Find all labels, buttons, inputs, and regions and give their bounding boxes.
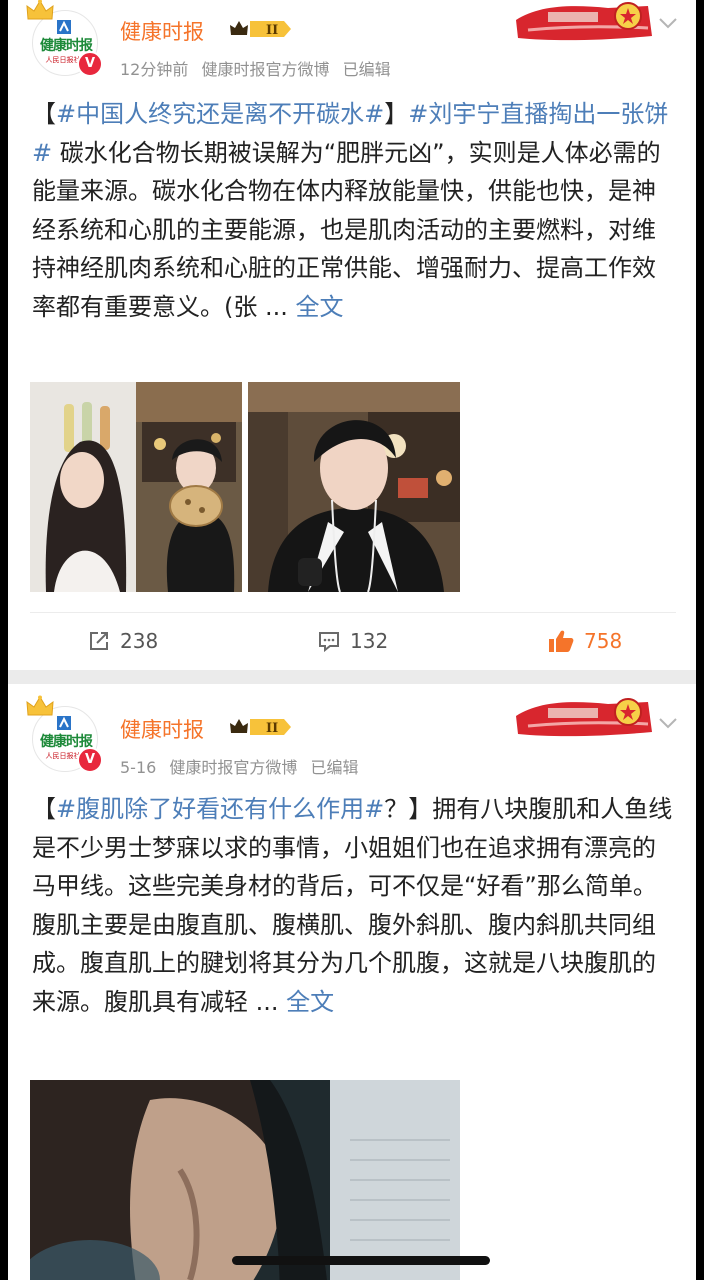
chevron-down-icon[interactable]	[658, 716, 678, 730]
author-name[interactable]: 健康时报	[120, 16, 204, 46]
actions-divider	[30, 612, 676, 613]
verified-icon: V	[77, 51, 103, 77]
chevron-down-icon[interactable]	[658, 16, 678, 30]
member-level-label: II	[266, 721, 278, 736]
logo-mark-icon	[57, 716, 71, 730]
post-source: 健康时报官方微博	[169, 758, 298, 777]
post-text-bracket: 【	[32, 795, 56, 823]
post-image-picture	[30, 1080, 460, 1280]
full-text-link[interactable]: 全文	[296, 293, 344, 321]
livestream-image-1	[30, 382, 242, 592]
feed-post: 健康时报 人民日报社 V 健康时报 II 5-16 健康时报官方微博 已编辑 【…	[8, 684, 696, 1280]
repost-icon	[90, 632, 108, 650]
hashtag-link[interactable]: #腹肌除了好看还有什么作用#	[56, 795, 384, 823]
author-name[interactable]: 健康时报	[120, 714, 204, 744]
weibo-feed: 健康时报 人民日报社 V 健康时报 II 12分钟前 健康时报官方微博 已编辑 …	[8, 0, 696, 1280]
livestream-image-2	[248, 382, 460, 592]
avatar[interactable]: 健康时报 人民日报社 V	[26, 695, 103, 773]
member-level-label: II	[266, 23, 278, 38]
comment-icon	[319, 632, 339, 652]
avatar[interactable]: 健康时报 人民日报社 V	[26, 0, 103, 77]
like-button[interactable]: 758	[548, 626, 622, 656]
post-meta: 12分钟前 健康时报官方微博 已编辑	[120, 56, 391, 80]
post-text-bracket: 【	[32, 100, 56, 128]
feed-post: 健康时报 人民日报社 V 健康时报 II 12分钟前 健康时报官方微博 已编辑 …	[8, 0, 696, 670]
post-text: 【#中国人终究还是离不开碳水#】#刘宇宁直播掏出一张饼# 碳水化合物长期被误解为…	[32, 95, 678, 327]
post-meta: 5-16 健康时报官方微博 已编辑	[120, 754, 359, 778]
post-edited: 已编辑	[342, 60, 391, 79]
post-text-bracket: 】	[384, 100, 409, 128]
post-body: 碳水化合物长期被误解为“肥胖元凶”，实则是人体必需的能量来源。碳水化合物在体内释…	[32, 138, 661, 321]
like-icon	[549, 630, 574, 652]
full-text-link[interactable]: 全文	[286, 988, 334, 1016]
crown-icon	[26, 0, 54, 20]
post-edited: 已编辑	[310, 758, 359, 777]
like-count: 758	[584, 629, 623, 653]
decoration-banner-icon	[516, 2, 652, 41]
member-badge-icon[interactable]: II	[228, 716, 294, 738]
post-source: 健康时报官方微博	[201, 60, 330, 79]
verified-icon: V	[77, 747, 103, 773]
post-text-bracket: ？】	[384, 795, 433, 823]
post-time: 12分钟前	[120, 60, 189, 79]
post-text: 【#腹肌除了好看还有什么作用#？】拥有八块腹肌和人鱼线是不少男士梦寐以求的事情，…	[32, 790, 678, 1022]
post-time: 5-16	[120, 758, 157, 777]
comment-button[interactable]: 132	[318, 626, 388, 656]
logo-mark-icon	[57, 20, 71, 34]
repost-count: 238	[120, 629, 159, 653]
comment-count: 132	[350, 629, 389, 653]
post-body: 拥有八块腹肌和人鱼线是不少男士梦寐以求的事情，小姐姐们也在追求拥有漂亮的马甲线。…	[32, 795, 673, 1016]
repost-button[interactable]: 238	[88, 626, 158, 656]
member-badge-icon[interactable]: II	[228, 18, 294, 40]
crown-icon	[26, 695, 54, 716]
post-image[interactable]	[248, 382, 460, 592]
decoration-banner-icon	[516, 698, 652, 737]
hashtag-link[interactable]: #中国人终究还是离不开碳水#	[56, 100, 384, 128]
post-image[interactable]	[30, 1080, 460, 1280]
home-indicator[interactable]	[232, 1256, 490, 1265]
post-image[interactable]	[30, 382, 242, 592]
